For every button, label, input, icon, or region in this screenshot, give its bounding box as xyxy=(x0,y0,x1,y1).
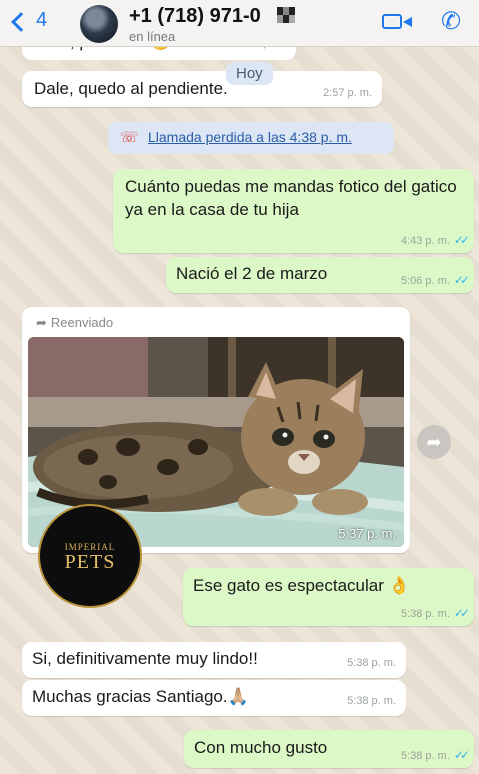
time-label: 4:43 p. m. xyxy=(400,235,450,247)
missed-call-icon: ☏ xyxy=(120,129,139,146)
read-receipt-icon: ✓✓ xyxy=(453,606,470,620)
missed-call-link[interactable]: Llamada perdida a las 4:38 p. m. xyxy=(148,129,352,145)
read-receipt-icon: ✓✓ xyxy=(453,273,470,287)
message-outgoing[interactable]: Cuánto puedas me mandas fotico del gatic… xyxy=(113,169,474,253)
date-separator: Hoy xyxy=(226,62,273,85)
message-time: 5:06 p. m. ✓✓ xyxy=(400,273,470,287)
message-incoming[interactable]: Dale, quedo al pendiente. 2:57 p. m. xyxy=(22,71,382,107)
logo-line2: PETS xyxy=(64,551,116,573)
message-incoming[interactable]: Si, definitivamente muy lindo!! 5:38 p. … xyxy=(22,642,406,678)
phone-icon[interactable]: ✆ xyxy=(441,10,461,34)
message-text: Ese gato es espectacular 👌 xyxy=(193,576,410,595)
time-label: 5:38 p. m. xyxy=(400,750,450,762)
message-text: Cuánto puedas me mandas fotico del gatic… xyxy=(125,177,457,219)
message-time: 5:38 p. m. ✓✓ xyxy=(400,606,470,620)
message-outgoing[interactable]: Ese gato es espectacular 👌 5:38 p. m. ✓✓ xyxy=(183,568,474,626)
share-icon[interactable]: ➦ xyxy=(417,425,451,459)
message-text: Dale, quedo al pendiente. xyxy=(34,79,228,98)
redacted-block xyxy=(277,7,295,23)
read-receipt-icon: ✓✓ xyxy=(453,748,470,762)
message-time: 5:38 p. m. xyxy=(347,657,396,669)
time-label: 5:06 p. m. xyxy=(400,275,450,287)
message-outgoing[interactable]: Nació el 2 de marzo 5:06 p. m. ✓✓ xyxy=(166,257,474,293)
unread-count: 4 xyxy=(36,9,48,31)
imperial-pets-logo: IMPERIAL PETS xyxy=(38,504,142,608)
missed-call-notice[interactable]: ☏ Llamada perdida a las 4:38 p. m. xyxy=(108,122,394,154)
message-incoming[interactable]: Muchas gracias Santiago.🙏🏼 5:38 p. m. xyxy=(22,680,406,716)
back-button[interactable]: 4 xyxy=(11,9,48,32)
message-text: Nació el 2 de marzo xyxy=(176,264,328,283)
message-text: Si, definitivamente muy lindo!! xyxy=(32,649,258,668)
photo-time: 5:37 p. m. xyxy=(338,526,396,541)
chevron-left-icon xyxy=(11,11,31,32)
message-text: Con mucho gusto xyxy=(194,738,328,757)
message-time: 2:57 p. m. xyxy=(323,87,372,99)
forward-arrow-icon: ➦ xyxy=(36,315,47,330)
video-call-icon[interactable] xyxy=(382,14,412,29)
message-time: 5:38 p. m. xyxy=(347,695,396,707)
chat-screen: 4 +1 (718) 971-0 en línea ✆ Listo, perfe… xyxy=(0,0,479,774)
avatar[interactable] xyxy=(80,5,118,43)
read-receipt-icon: ✓✓ xyxy=(453,233,470,247)
forwarded-label: ➦ Reenviado xyxy=(36,315,113,331)
message-outgoing[interactable]: Con mucho gusto 5:38 p. m. ✓✓ xyxy=(184,730,474,768)
forwarded-text: Reenviado xyxy=(50,315,114,330)
message-time: 5:38 p. m. ✓✓ xyxy=(400,748,470,762)
contact-name[interactable]: +1 (718) 971-0 xyxy=(129,5,261,28)
time-label: 5:38 p. m. xyxy=(400,608,450,620)
contact-status: en línea xyxy=(129,29,176,44)
chat-header: 4 +1 (718) 971-0 en línea ✆ xyxy=(0,0,479,47)
message-time: 4:43 p. m. ✓✓ xyxy=(400,233,470,247)
message-text: Muchas gracias Santiago.🙏🏼 xyxy=(32,687,249,706)
